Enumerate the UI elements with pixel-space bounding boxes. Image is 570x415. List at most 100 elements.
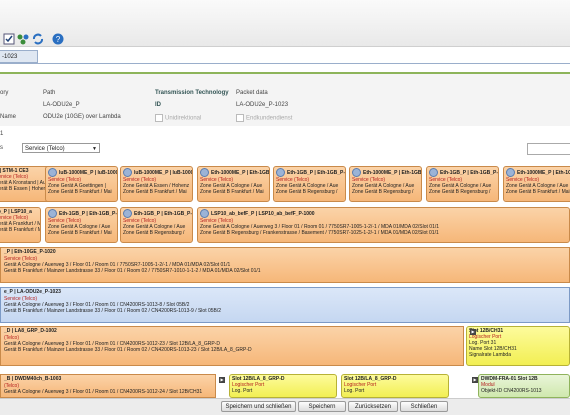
service-header: LSP10_ab_befF_P | LSP10_ab_befF_P-1000 (198, 208, 569, 218)
port-title: Slot 12B/CH31 (469, 328, 504, 334)
service-title: Eth-1000ME_P | Eth-1GB_P-10 (211, 169, 270, 176)
endkunden-label: Endkundendienst (246, 115, 293, 122)
search-input[interactable] (527, 143, 570, 155)
port-log: Log. Port (232, 388, 253, 394)
service-card[interactable]: Eth-1GB_P | Eth-1GB_P-10 Service (Telco) Z… (273, 166, 346, 202)
service-header: Eth-1000ME_P | Eth-1GB_P-10 (350, 167, 421, 177)
port-title: Slot 12B/LA_8_GRP-D (344, 376, 397, 382)
filter-label: s (0, 145, 3, 151)
service-icon (123, 168, 132, 177)
path-row[interactable]: _B | DWDM40ch_B-1003 (Telco) Gerät A Colog… (0, 374, 216, 398)
category-label: ory (0, 90, 9, 96)
save-close-button[interactable]: Speichern und schließen (221, 401, 296, 412)
service-card[interactable]: Eth-1000ME_P | Eth-1GB_P-10Service (Telc… (349, 166, 422, 202)
service-header: Eth-1000ME_P | Eth-1GB_P-10 (198, 167, 269, 177)
service-icon (123, 209, 132, 218)
service-card[interactable]: LSP10_ab_befF_P | LSP10_ab_befF_P-1000 Se… (197, 207, 570, 243)
device-b: Gerät B Frankfurt / M (0, 227, 40, 233)
service-card[interactable]: luB-1000ME_P | luB-1000MEService (Telco)… (120, 166, 193, 202)
service-icon (200, 209, 209, 218)
service-header: luB-1000ME_P | luB-1000ME (121, 167, 192, 177)
device-b: Zone Gerät B Frankfurt / Mai (200, 189, 264, 195)
path-row-title: _D | LA8_GRP_D-1002 (4, 328, 57, 334)
save-button[interactable]: Speichern (298, 401, 346, 412)
path-label: Path (43, 90, 56, 96)
service-header: ab_P | LSP10_a (0, 208, 40, 215)
device-b: Zone Gerät B Regensburg / (276, 189, 338, 195)
service-header: Eth-1GB_P | Eth-1GB_P-10 (274, 167, 345, 177)
path-row-device-a: Gerät A Cologne / Auerweg 3 / Floor 01 /… (4, 389, 203, 395)
service-title: Eth-1GB_P | Eth-1GB_P-10 (287, 169, 346, 176)
reset-button[interactable]: Zurücksetzen (348, 401, 398, 412)
module-card[interactable]: DWDM-FRA-01 Slot 12B Modul Objekt-ID CN4… (478, 374, 570, 398)
expand-icon[interactable]: ▶ (470, 329, 476, 335)
service-card[interactable]: Eth-1000ME_P | Eth-1GB_P-10Service (Telc… (197, 166, 270, 202)
service-header: luB-1000ME_P | luB-1000ME (46, 167, 117, 177)
service-icon (200, 168, 209, 177)
packet-data-label: Packet data (236, 90, 268, 96)
network-icon[interactable] (17, 33, 29, 45)
module-id: Objekt-ID CN4200RS-1013 (481, 388, 542, 394)
service-icon (48, 168, 57, 177)
service-icon (48, 209, 57, 218)
service-type-select[interactable]: Service (Telco) ▼ (22, 143, 100, 153)
checkbox-icon (236, 114, 244, 122)
path-row-title: _P | Eth-10GE_P-1020 (4, 249, 56, 255)
service-title: Eth-1000ME_P | Eth-1GB_P-10 (517, 169, 570, 176)
service-icon (276, 168, 285, 177)
service-icon (352, 168, 361, 177)
transmission-technology-label: Transmission Technology (155, 90, 229, 96)
service-card[interactable]: Eth-1000ME_P | Eth-1GB_P-10Service (Telc… (503, 166, 570, 202)
service-card[interactable]: luB-1000ME_P | luB-1000MEService (Telco)… (45, 166, 118, 202)
path-row-device-b: Gerät B Frankfurt / Mainzer Landstrasse … (4, 347, 252, 353)
help-icon[interactable]: ? (52, 33, 64, 45)
service-title: LSP10_ab_befF_P | LSP10_ab_befF_P-1000 (211, 210, 315, 217)
path-row[interactable]: _P | Eth-10GE_P-1020 Service (Telco) Gerät… (0, 247, 570, 283)
service-title: Eth-1GB_P | Eth-1GB_P-10 (440, 169, 499, 176)
service-header: Eth-1GB_P | Eth-1GB_P-10 (121, 208, 192, 218)
service-card[interactable]: ab_P | LSP10_aService (Telco)Gerät A Fra… (0, 207, 41, 243)
expand-icon[interactable]: ▶ (219, 377, 225, 383)
packet-id-value: LA-ODU2e_P-1023 (236, 102, 289, 108)
port-card[interactable]: Slot 12B/LA_8_GRP-D Logischer Port Log. … (229, 374, 337, 398)
refresh-icon[interactable] (32, 33, 44, 45)
service-title: Eth-1GB_P | Eth-1GB_P-10 (134, 210, 193, 217)
port-card[interactable]: Slot 12B/LA_8_GRP-D Logischer Port Log. … (341, 374, 449, 398)
path-row-title: _B | DWDM40ch_B-1003 (4, 376, 62, 382)
unidirectional-checkbox[interactable]: Unidirektional (155, 114, 201, 122)
name-value: ODU2e (10GE) over Lambda (43, 114, 121, 120)
tab-divider (0, 63, 570, 64)
service-card[interactable]: Eth-1GB_P | Eth-1GB_P-10 Service (Telco) Z… (120, 207, 193, 243)
service-card[interactable]: Eth-1GB_P | Eth-1GB_P-10 Service (Telco) Z… (426, 166, 499, 202)
port-signal: Signalrate Lambda (469, 352, 511, 358)
port-card[interactable]: Slot 12B/CH31 Logischer Port Log. Port 3… (466, 326, 570, 366)
service-card[interactable]: Eth-1GB_P | Eth-1GB_P-10 Service (Telco) Z… (45, 207, 118, 243)
device-b: Zone Gerät B Frankfurt / Mai (506, 189, 570, 195)
toolbar: ? (0, 0, 570, 47)
path-value: LA-ODU2e_P (43, 102, 80, 108)
select-value: Service (Telco) (25, 146, 65, 152)
checklist-icon[interactable] (3, 33, 15, 45)
device-b: Zone Gerät B Frankfurt / Mai (48, 189, 112, 195)
service-title: luB-1000ME_P | luB-1000ME (134, 169, 192, 176)
path-row[interactable]: _D | LA8_GRP_D-1002 (Telco) Gerät A Cologn… (0, 326, 464, 366)
device-b: Zone Gerät B Frankfurt / Mai (123, 189, 187, 195)
name-label: Name (0, 114, 17, 120)
device-b: Zone Gerät B Regensburg / Frankenstrasse… (200, 230, 439, 236)
chevron-down-icon: ▼ (92, 146, 97, 152)
svg-text:?: ? (56, 35, 61, 44)
service-icon (506, 168, 515, 177)
device-b: Zone Gerät B Regensburg / (429, 189, 491, 195)
tab-packet[interactable]: -1023 (0, 50, 38, 63)
path-row-title: e_P | LA-ODU2e_P-1023 (4, 289, 61, 295)
path-row-device-b: Gerät B Frankfurt / Mainzer Landstrasse … (4, 308, 222, 314)
device-b: Zone Gerät B Regensburg / (123, 230, 185, 236)
path-row[interactable]: e_P | LA-ODU2e_P-1023 Service (Telco) Gerä… (0, 287, 570, 323)
service-header: Eth-1GB_P | Eth-1GB_P-10 (46, 208, 117, 218)
close-button[interactable]: Schließen (400, 401, 448, 412)
endkunden-checkbox[interactable]: Endkundendienst (236, 114, 292, 122)
id-label: ID (155, 102, 161, 108)
path-row-device-b: Gerät B Frankfurt / Mainzer Landstrasse … (4, 268, 261, 274)
service-header: Eth-1000ME_P | Eth-1GB_P-10 (504, 167, 570, 177)
service-title: luB-1000ME_P | luB-1000ME (59, 169, 117, 176)
